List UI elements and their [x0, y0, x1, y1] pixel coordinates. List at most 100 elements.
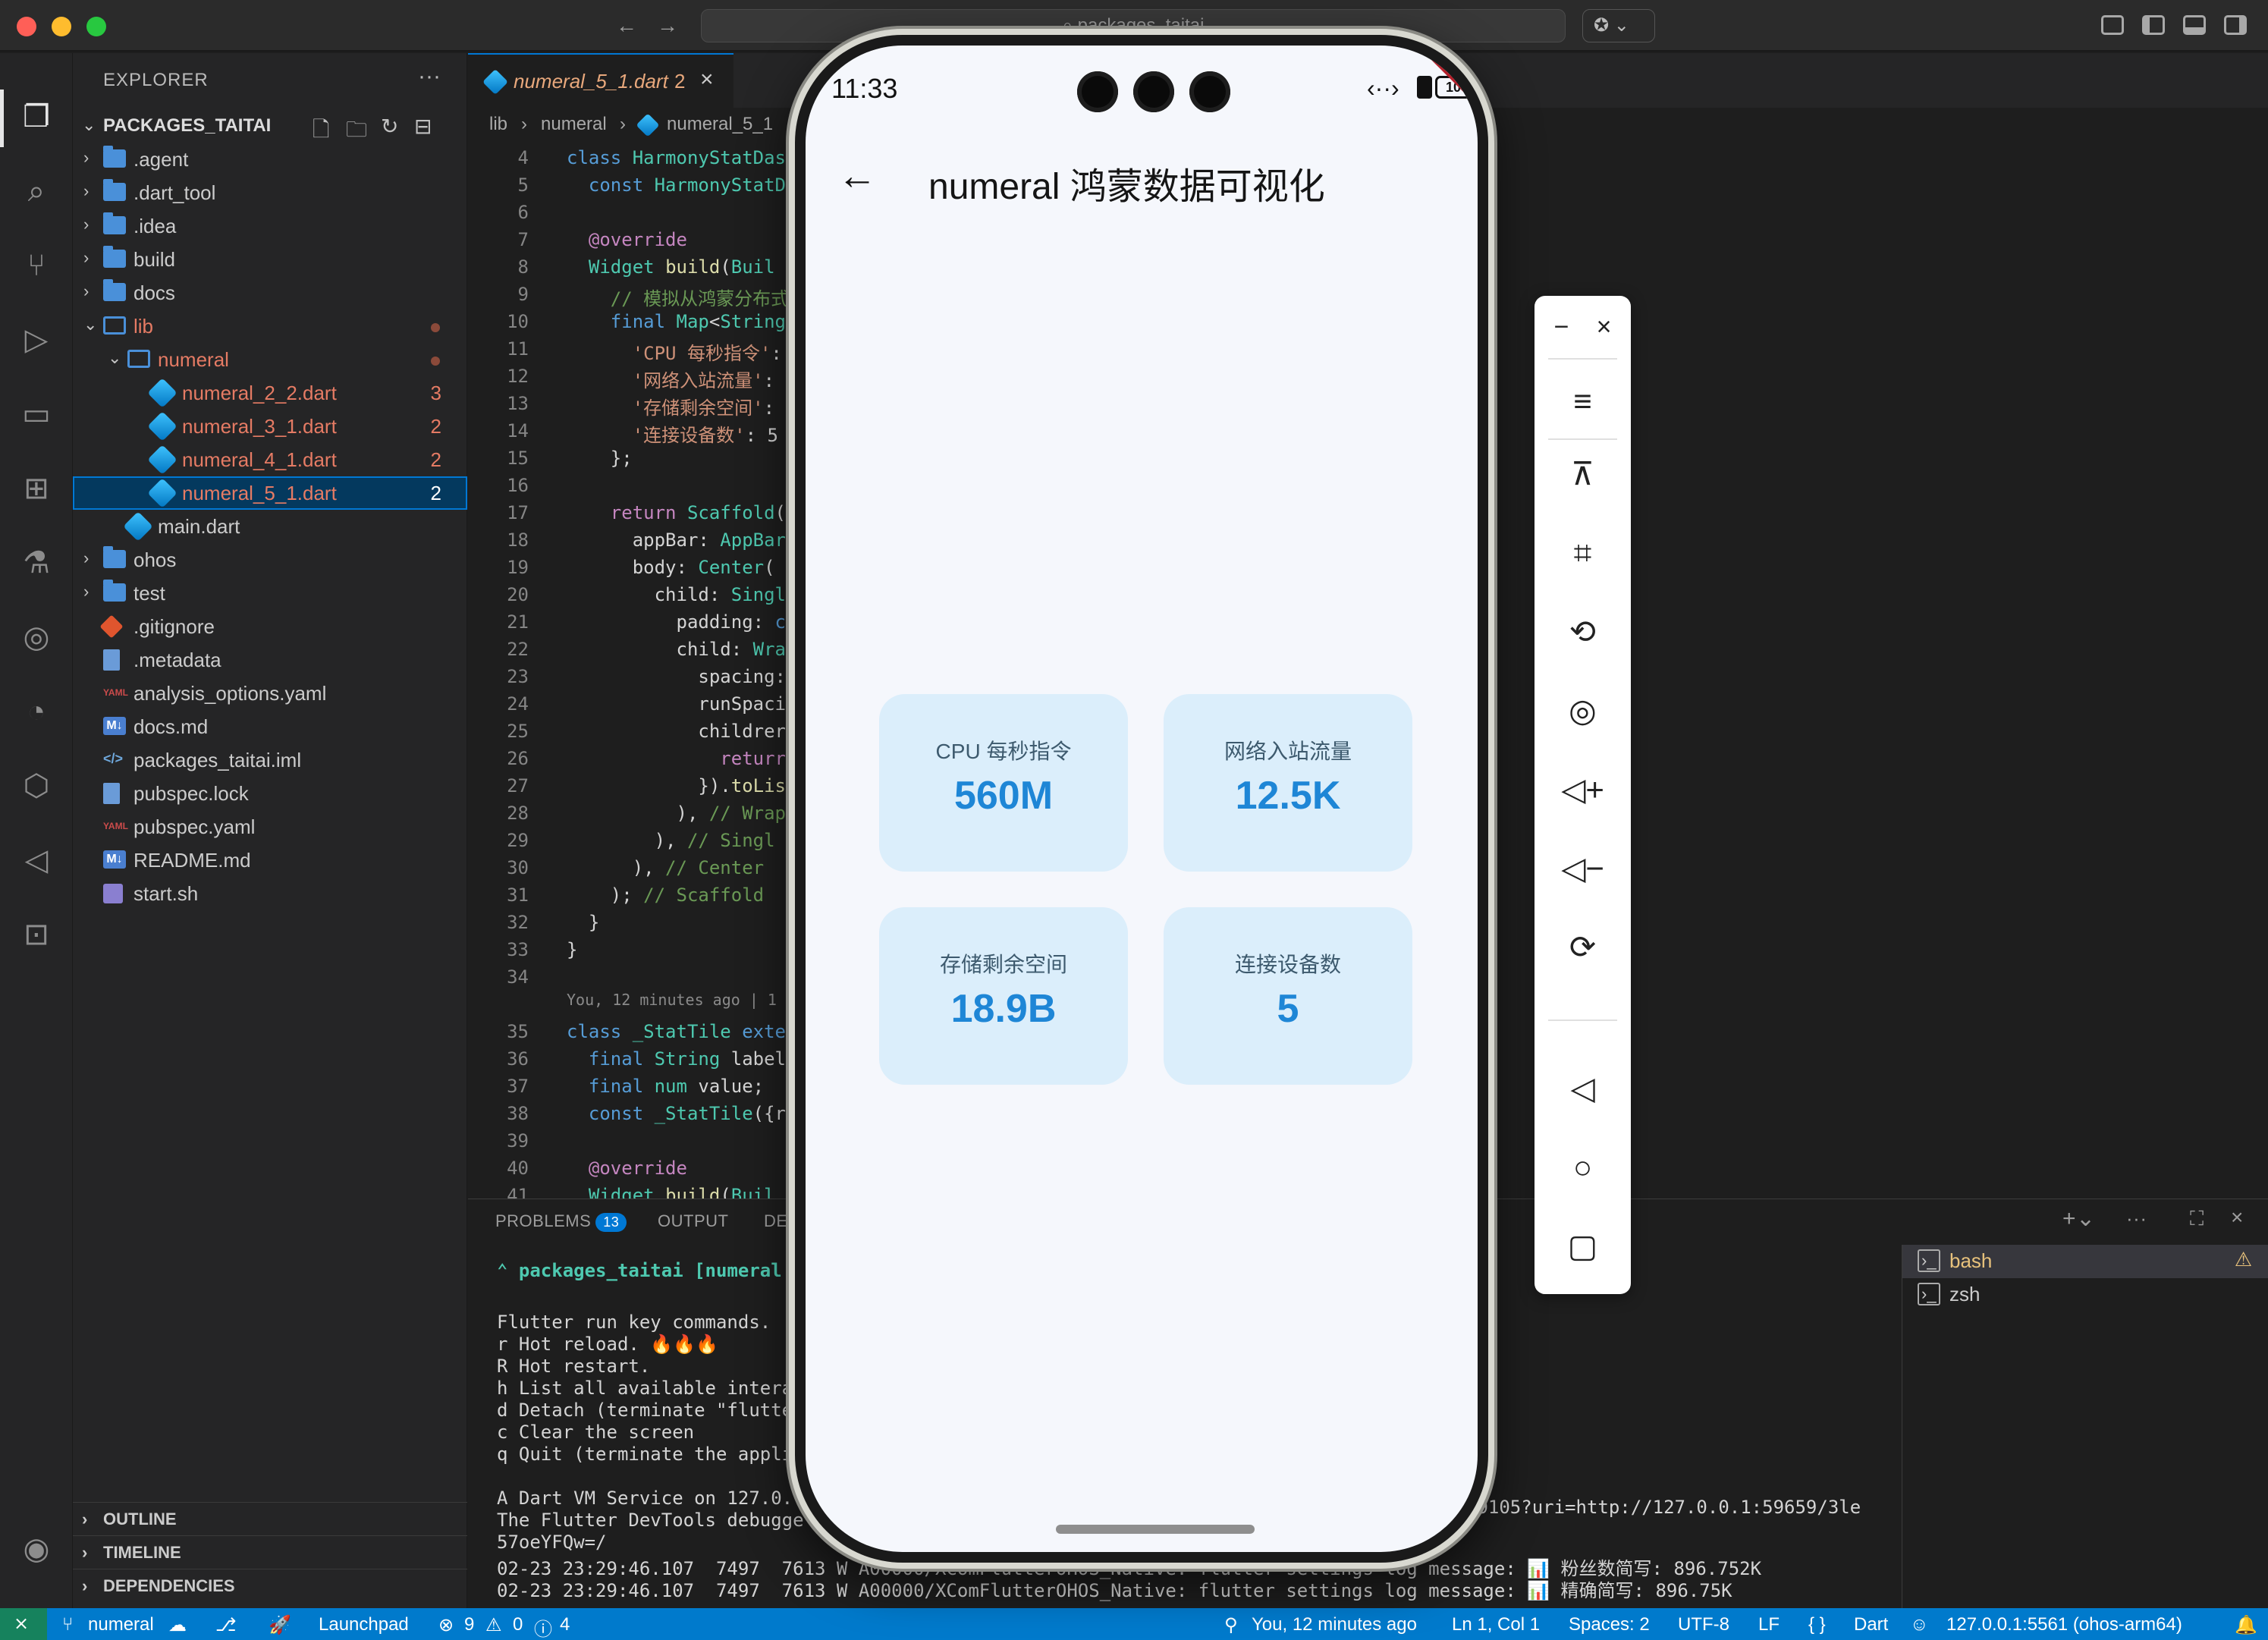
- copilot-icon[interactable]: ☺: [1910, 1614, 1929, 1635]
- nav-back-icon[interactable]: ←: [616, 14, 637, 38]
- tree-item[interactable]: start.sh: [73, 877, 467, 910]
- home-icon[interactable]: ○: [1535, 1141, 1631, 1194]
- menu-icon[interactable]: ≡: [1535, 375, 1631, 428]
- more-actions-icon[interactable]: ···: [2126, 1207, 2147, 1230]
- rotate-device-icon[interactable]: ⟳: [1535, 921, 1631, 974]
- rotate-icon[interactable]: ⟲: [1535, 605, 1631, 658]
- tree-item[interactable]: numeral_5_1.dart 2: [73, 476, 467, 510]
- screenshot-crop-icon[interactable]: ⌗: [1535, 526, 1631, 580]
- tree-item[interactable]: numeral_3_1.dart 2: [73, 410, 467, 443]
- terminal-item-bash[interactable]: ›_ bash ⚠: [1902, 1245, 2268, 1278]
- git-graph-icon[interactable]: ◎: [17, 617, 56, 657]
- screenshot-icon[interactable]: ⊡: [17, 915, 56, 954]
- tree-item[interactable]: YAML analysis_options.yaml: [73, 677, 467, 710]
- tab-problems[interactable]: PROBLEMS 13: [495, 1211, 627, 1232]
- new-terminal-icon[interactable]: +⌄: [2062, 1205, 2096, 1232]
- run-debug-icon[interactable]: ▷: [17, 320, 56, 360]
- home-indicator[interactable]: [1056, 1525, 1255, 1534]
- maximize-panel-icon[interactable]: ⛶: [2190, 1207, 2204, 1231]
- tree-item[interactable]: › .dart_tool: [73, 176, 467, 209]
- flutter-icon[interactable]: ◁: [17, 840, 56, 880]
- close-tab-icon[interactable]: ×: [700, 67, 714, 93]
- tree-item[interactable]: › docs: [73, 276, 467, 309]
- tree-item[interactable]: YAML pubspec.yaml: [73, 810, 467, 844]
- minimap[interactable]: [2061, 141, 2268, 1199]
- close-panel-icon[interactable]: ×: [2231, 1205, 2244, 1230]
- dependencies-section[interactable]: › DEPENDENCIES: [73, 1569, 467, 1601]
- language-mode[interactable]: Dart: [1854, 1614, 1888, 1635]
- tree-item[interactable]: › test: [73, 577, 467, 610]
- toggle-panel-icon[interactable]: [2183, 15, 2206, 35]
- end-of-line[interactable]: LF: [1758, 1614, 1780, 1635]
- volume-up-icon[interactable]: ◁+: [1535, 763, 1631, 816]
- remote-indicator[interactable]: ⨯: [0, 1608, 47, 1640]
- tree-item[interactable]: numeral_2_2.dart 3: [73, 376, 467, 410]
- testing-icon[interactable]: ⚗: [17, 543, 56, 583]
- error-count[interactable]: 9: [464, 1614, 474, 1635]
- git-blame-status[interactable]: You, 12 minutes ago: [1252, 1614, 1417, 1635]
- collapse-all-icon[interactable]: ⊟: [414, 114, 432, 139]
- notifications-icon[interactable]: 🔔: [2235, 1614, 2257, 1636]
- tree-item[interactable]: .metadata: [73, 643, 467, 677]
- tree-item[interactable]: ⌄ lib: [73, 309, 467, 343]
- breadcrumb-item-lib[interactable]: lib: [489, 114, 507, 135]
- packages-icon[interactable]: ⬡: [17, 766, 56, 806]
- back-icon[interactable]: ◁: [1535, 1062, 1631, 1115]
- device-selector[interactable]: 127.0.0.1:5561 (ohos-arm64): [1946, 1614, 2182, 1635]
- tree-item[interactable]: › .agent: [73, 143, 467, 176]
- zoom-window-button[interactable]: [86, 17, 106, 36]
- tree-item[interactable]: M↓ docs.md: [73, 710, 467, 743]
- outline-section[interactable]: › OUTLINE: [73, 1502, 467, 1534]
- recents-icon[interactable]: ▢: [1535, 1220, 1631, 1273]
- indentation[interactable]: Spaces: 2: [1569, 1614, 1650, 1635]
- refresh-icon[interactable]: ↻: [381, 114, 398, 139]
- files-icon[interactable]: ❐: [17, 97, 56, 137]
- tree-item[interactable]: numeral_4_1.dart 2: [73, 443, 467, 476]
- timeline-icon[interactable]: ◔: [17, 692, 56, 731]
- info-count[interactable]: 4: [560, 1614, 570, 1635]
- tab-debug-console[interactable]: DE: [764, 1211, 788, 1231]
- project-header[interactable]: ⌄ PACKAGES_TAITAI 🗋 🗀 ↻ ⊟: [73, 109, 467, 143]
- tree-item[interactable]: M↓ README.md: [73, 844, 467, 877]
- cursor-position[interactable]: Ln 1, Col 1: [1452, 1614, 1540, 1635]
- account-icon[interactable]: ◉: [17, 1529, 56, 1569]
- tab-output[interactable]: OUTPUT: [658, 1211, 728, 1231]
- tree-item[interactable]: › build: [73, 243, 467, 276]
- phone-screen[interactable]: 11:33 ‹··› 100 DEBUG ← numeral 鸿蒙数据可视化 C…: [806, 46, 1478, 1552]
- tree-item[interactable]: ⌄ numeral: [73, 343, 467, 376]
- tree-item[interactable]: › ohos: [73, 543, 467, 577]
- record-icon[interactable]: ◎: [1535, 684, 1631, 737]
- layout-customize-icon[interactable]: [2101, 15, 2124, 35]
- remote-explorer-icon[interactable]: ▭: [17, 394, 56, 434]
- more-actions-icon[interactable]: ···: [418, 64, 441, 90]
- launchpad-button[interactable]: Launchpad: [319, 1614, 409, 1635]
- source-control-icon[interactable]: ⑂: [17, 246, 56, 285]
- extensions-icon[interactable]: ⊞: [17, 469, 56, 508]
- close-window-button[interactable]: [17, 17, 36, 36]
- back-arrow-icon[interactable]: ←: [837, 153, 877, 199]
- tree-item[interactable]: main.dart: [73, 510, 467, 543]
- tree-item[interactable]: .gitignore: [73, 610, 467, 643]
- git-graph-icon[interactable]: ⎇: [215, 1614, 237, 1636]
- close-icon[interactable]: ×: [1556, 300, 1652, 353]
- minimize-window-button[interactable]: [52, 17, 71, 36]
- breadcrumb-item-file[interactable]: numeral_5_1: [667, 114, 773, 135]
- tree-item[interactable]: </> packages_taitai.iml: [73, 743, 467, 777]
- toggle-secondary-sidebar-icon[interactable]: [2224, 15, 2247, 35]
- copilot-button[interactable]: ✪ ⌄: [1582, 9, 1655, 42]
- timeline-section[interactable]: › TIMELINE: [73, 1535, 467, 1567]
- branch-name[interactable]: numeral: [88, 1614, 154, 1635]
- toggle-sidebar-icon[interactable]: [2142, 15, 2165, 35]
- tree-item[interactable]: › .idea: [73, 209, 467, 243]
- warning-count[interactable]: 0: [513, 1614, 523, 1635]
- pin-off-icon[interactable]: ⊼: [1535, 448, 1631, 501]
- tree-item[interactable]: pubspec.lock: [73, 777, 467, 810]
- encoding[interactable]: UTF-8: [1678, 1614, 1729, 1635]
- terminal-item-zsh[interactable]: ›_ zsh: [1902, 1278, 2268, 1312]
- search-icon[interactable]: ⌕: [17, 171, 56, 211]
- breadcrumb-item-numeral[interactable]: numeral: [541, 114, 607, 135]
- sync-icon[interactable]: ☁: [168, 1614, 187, 1636]
- tab-numeral-5-1[interactable]: numeral_5_1.dart 2 ×: [468, 53, 733, 108]
- nav-forward-icon[interactable]: →: [657, 14, 678, 38]
- volume-down-icon[interactable]: ◁−: [1535, 842, 1631, 895]
